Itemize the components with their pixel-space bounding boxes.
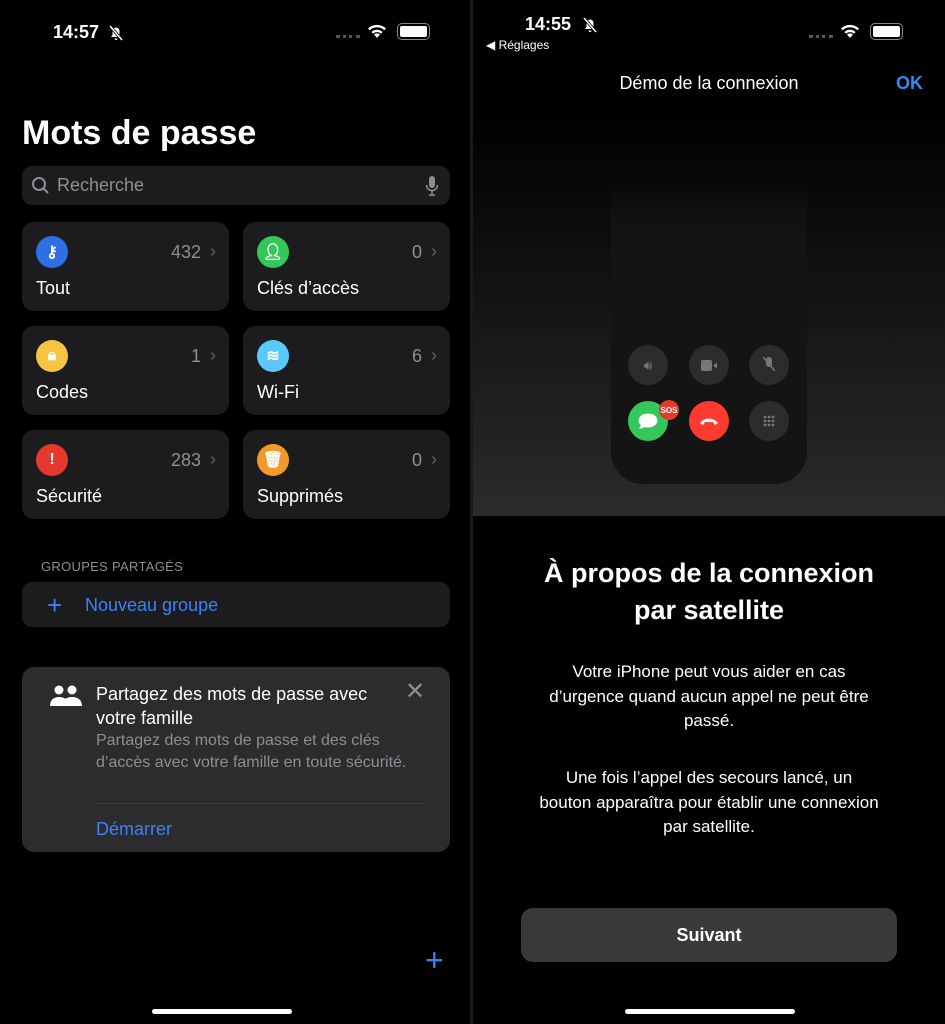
speaker-icon: 🔊︎ bbox=[628, 345, 668, 385]
passwords-screen: 14:57 Mots de passe Recherche ⚷ 432 › To… bbox=[0, 0, 470, 1024]
shared-groups-header: GROUPES PARTAGÉS bbox=[41, 559, 184, 574]
tile-label: Wi-Fi bbox=[257, 382, 299, 402]
category-tile[interactable]: 🔒︎ 1 › Codes bbox=[22, 326, 229, 415]
paragraph-1: Votre iPhone peut vous aider en cas d’urg… bbox=[549, 662, 869, 730]
chevron-right-icon: › bbox=[431, 345, 437, 365]
start-button[interactable]: Démarrer bbox=[96, 819, 172, 840]
chevron-right-icon: › bbox=[431, 241, 437, 261]
search-placeholder: Recherche bbox=[57, 175, 145, 195]
nav-title: Démo de la connexion bbox=[619, 73, 799, 93]
category-tile[interactable]: ! 283 › Sécurité bbox=[22, 430, 229, 519]
people-icon bbox=[50, 685, 82, 706]
satellite-demo-screen: 14:55 ◀ Réglages Démo de la connexion OK… bbox=[473, 0, 945, 1024]
card-title: Partagez des mots de passe avec votre fa… bbox=[96, 684, 368, 728]
phone-mockup: 🔊︎ SOS bbox=[611, 180, 807, 484]
keypad-icon bbox=[749, 401, 789, 441]
page-title: Mots de passe bbox=[22, 114, 257, 152]
bell-slash-icon bbox=[582, 17, 598, 33]
tile-label: Sécurité bbox=[36, 486, 103, 506]
battery-icon bbox=[870, 23, 903, 40]
sos-badge: SOS bbox=[659, 400, 679, 420]
add-password-button[interactable]: + bbox=[425, 942, 444, 979]
new-group-label: Nouveau groupe bbox=[85, 595, 219, 615]
lock-clock-icon: 🔒︎ bbox=[36, 340, 68, 372]
wifi-icon: ≋ bbox=[257, 340, 289, 372]
chevron-right-icon: › bbox=[431, 449, 437, 469]
exclamation-icon: ! bbox=[36, 444, 68, 476]
ok-button[interactable]: OK bbox=[896, 73, 923, 94]
tile-label: Supprimés bbox=[257, 486, 344, 506]
status-time: 14:55 bbox=[525, 14, 572, 34]
person-key-icon: 👤︎ bbox=[257, 236, 289, 268]
battery-icon bbox=[397, 23, 430, 40]
tile-count: 432 bbox=[170, 242, 201, 262]
status-time: 14:57 bbox=[53, 22, 100, 42]
card-divider bbox=[96, 803, 426, 804]
category-tile[interactable]: 👤︎ 0 › Clés d’accès bbox=[243, 222, 450, 311]
mute-icon bbox=[749, 345, 789, 385]
share-family-card: Partagez des mots de passe avec votre fa… bbox=[22, 667, 450, 852]
tile-count: 1 bbox=[190, 346, 201, 366]
key-icon: ⚷ bbox=[36, 236, 68, 268]
close-icon[interactable]: ✕ bbox=[405, 677, 425, 706]
trash-icon: 🗑︎ bbox=[257, 444, 289, 476]
end-call-icon bbox=[689, 401, 729, 441]
card-body: Partagez des mots de passe et des clés d… bbox=[96, 732, 407, 771]
tile-label: Tout bbox=[36, 278, 71, 298]
back-label: Réglages bbox=[498, 38, 550, 52]
tile-count: 283 bbox=[170, 450, 201, 470]
tile-label: Clés d’accès bbox=[257, 278, 360, 298]
tile-count: 0 bbox=[411, 242, 422, 262]
wifi-status-icon bbox=[368, 24, 386, 38]
tile-count: 0 bbox=[411, 450, 422, 470]
chevron-right-icon: › bbox=[210, 449, 216, 469]
category-tile[interactable]: 🗑︎ 0 › Supprimés bbox=[243, 430, 450, 519]
video-icon bbox=[689, 345, 729, 385]
bell-slash-icon bbox=[108, 25, 124, 41]
category-tile[interactable]: ≋ 6 › Wi-Fi bbox=[243, 326, 450, 415]
search-icon bbox=[32, 177, 49, 194]
paragraph-2: Une fois l’appel des secours lancé, un bo… bbox=[539, 768, 879, 836]
home-indicator bbox=[625, 1009, 795, 1014]
tile-label: Codes bbox=[36, 382, 89, 402]
new-group-button[interactable]: + Nouveau groupe bbox=[22, 582, 450, 627]
next-button[interactable]: Suivant bbox=[521, 908, 897, 962]
signal-icon bbox=[336, 35, 360, 38]
back-triangle-icon: ◀ bbox=[486, 38, 499, 52]
heading: À propos de la connexion par satellite bbox=[543, 558, 875, 625]
chevron-right-icon: › bbox=[210, 345, 216, 365]
search-input[interactable]: Recherche bbox=[22, 166, 450, 205]
category-tile[interactable]: ⚷ 432 › Tout bbox=[22, 222, 229, 311]
plus-icon: + bbox=[47, 590, 63, 620]
wifi-status-icon bbox=[841, 24, 859, 38]
signal-icon bbox=[809, 35, 833, 38]
chevron-right-icon: › bbox=[210, 241, 216, 261]
microphone-icon[interactable] bbox=[425, 175, 439, 197]
tile-count: 6 bbox=[411, 346, 422, 366]
back-to-settings[interactable]: ◀ Réglages bbox=[486, 38, 549, 52]
home-indicator bbox=[152, 1009, 292, 1014]
